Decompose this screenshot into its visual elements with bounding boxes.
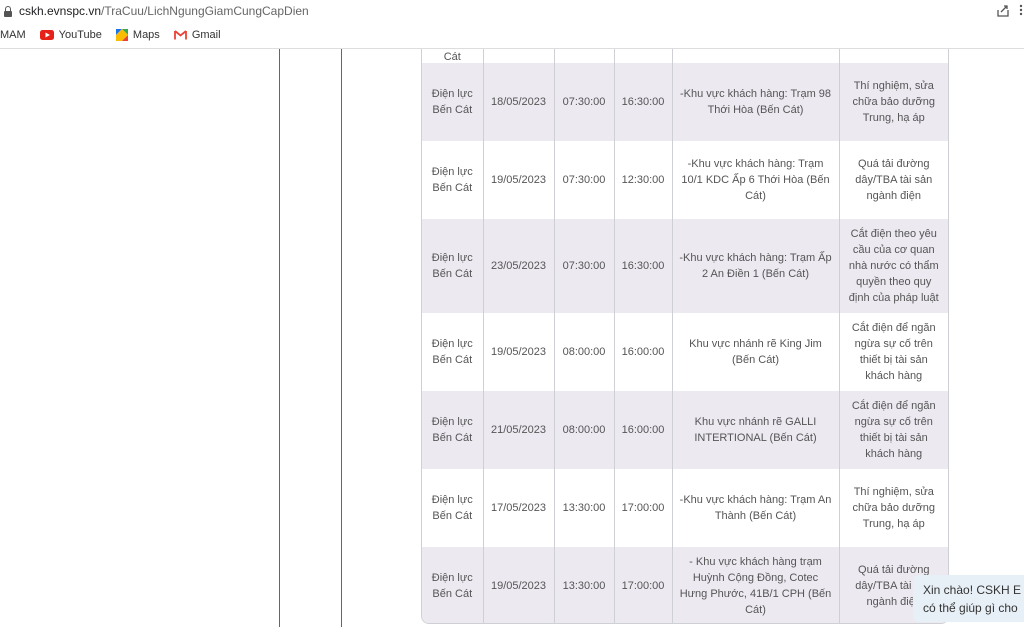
chat-greeting: Xin chào! CSKH E bbox=[923, 583, 1022, 597]
table-row: Điện lực Bến Cát 21/05/2023 08:00:00 16:… bbox=[422, 391, 948, 469]
start-time-cell: 08:00:00 bbox=[554, 313, 615, 391]
unit-cell: Cát bbox=[422, 49, 484, 63]
table-row: Cát bbox=[422, 49, 948, 63]
bookmark-maps[interactable]: Maps bbox=[115, 29, 160, 41]
address-bar[interactable]: cskh.evnspc.vn/TraCuu/LichNgungGiamCungC… bbox=[0, 0, 1024, 22]
end-time-cell: 16:00:00 bbox=[614, 391, 673, 469]
end-time-cell: 16:30:00 bbox=[614, 63, 673, 141]
lock-icon bbox=[3, 5, 13, 17]
bookmark-label: Maps bbox=[132, 29, 160, 41]
chat-widget[interactable]: Xin chào! CSKH E có thể giúp gì cho bbox=[913, 575, 1024, 622]
table-row: Điện lực Bến Cát 18/05/2023 07:30:00 16:… bbox=[422, 63, 948, 141]
unit-cell: Điện lực Bến Cát bbox=[422, 313, 484, 391]
end-time-cell: 17:00:00 bbox=[614, 469, 673, 547]
start-time-cell: 07:30:00 bbox=[554, 219, 615, 313]
reason-cell: Cắt điện theo yêu cầu của cơ quan nhà nư… bbox=[839, 219, 948, 313]
area-cell: -Khu vực khách hàng: Trạm 10/1 KDC Ấp 6 … bbox=[672, 141, 840, 219]
reason-cell: Thí nghiệm, sửa chữa bảo dưỡng Trung, hạ… bbox=[839, 469, 948, 547]
table-row: Điện lực Bến Cát 19/05/2023 13:30:00 17:… bbox=[422, 547, 948, 623]
youtube-icon bbox=[39, 30, 54, 40]
date-cell: 23/05/2023 bbox=[483, 219, 555, 313]
column-divider bbox=[279, 49, 280, 627]
start-time-cell: 13:30:00 bbox=[554, 469, 615, 547]
reason-cell: Quá tải đường dây/TBA tài sản ngành điện bbox=[839, 141, 948, 219]
unit-cell: Điện lực Bến Cát bbox=[422, 141, 484, 219]
area-cell: Khu vực nhánh rẽ GALLI INTERTIONAL (Bến … bbox=[672, 391, 840, 469]
reason-cell: Cắt điện để ngăn ngừa sự cố trên thiết b… bbox=[839, 313, 948, 391]
date-cell: 19/05/2023 bbox=[483, 547, 555, 623]
unit-cell: Điện lực Bến Cát bbox=[422, 391, 484, 469]
reason-cell: Cắt điện để ngăn ngừa sự cố trên thiết b… bbox=[839, 391, 948, 469]
unit-cell: Điện lực Bến Cát bbox=[422, 547, 484, 623]
date-cell: 17/05/2023 bbox=[483, 469, 555, 547]
column-divider bbox=[341, 49, 342, 627]
table-row: Điện lực Bến Cát 17/05/2023 13:30:00 17:… bbox=[422, 469, 948, 547]
start-time-cell: 13:30:00 bbox=[554, 547, 615, 623]
bookmark-label: YouTube bbox=[58, 29, 102, 41]
bookmarks-bar: MAM YouTube Maps Gmail bbox=[0, 22, 1024, 49]
start-time-cell: 07:30:00 bbox=[554, 141, 615, 219]
area-cell: -Khu vực khách hàng: Trạm Ấp 2 An Điền 1… bbox=[672, 219, 840, 313]
url-path: /TraCuu/LichNgungGiamCungCapDien bbox=[101, 4, 309, 18]
unit-cell: Điện lực Bến Cát bbox=[422, 219, 484, 313]
area-cell: - Khu vực khách hàng trạm Huỳnh Cộng Đồn… bbox=[672, 547, 840, 623]
bookmark-youtube[interactable]: YouTube bbox=[39, 29, 102, 41]
date-cell: 21/05/2023 bbox=[483, 391, 555, 469]
end-time-cell: 12:30:00 bbox=[614, 141, 673, 219]
bookmark-label: Gmail bbox=[191, 29, 221, 41]
start-time-cell: 08:00:00 bbox=[554, 391, 615, 469]
end-time-cell: 16:00:00 bbox=[614, 313, 673, 391]
start-time-cell: 07:30:00 bbox=[554, 63, 615, 141]
unit-cell: Điện lực Bến Cát bbox=[422, 63, 484, 141]
area-cell: -Khu vực khách hàng: Trạm 98 Thới Hòa (B… bbox=[672, 63, 840, 141]
area-cell: Khu vực nhánh rẽ King Jim (Bến Cát) bbox=[672, 313, 840, 391]
outage-schedule-table: Cát Điện lực Bến Cát 18/05/2023 07:30:00… bbox=[421, 49, 949, 624]
more-icon[interactable] bbox=[1018, 3, 1024, 17]
date-cell: 19/05/2023 bbox=[483, 313, 555, 391]
end-time-cell: 16:30:00 bbox=[614, 219, 673, 313]
gmail-icon bbox=[173, 30, 187, 40]
area-cell: -Khu vực khách hàng: Trạm An Thành (Bến … bbox=[672, 469, 840, 547]
reason-cell: Thí nghiệm, sửa chữa bảo dưỡng Trung, hạ… bbox=[839, 63, 948, 141]
url-domain: cskh.evnspc.vn bbox=[19, 4, 102, 18]
date-cell: 18/05/2023 bbox=[483, 63, 555, 141]
table-row: Điện lực Bến Cát 19/05/2023 07:30:00 12:… bbox=[422, 141, 948, 219]
maps-icon bbox=[115, 29, 128, 41]
share-icon[interactable] bbox=[996, 4, 1010, 18]
bookmark-mam[interactable]: MAM bbox=[0, 29, 26, 41]
table-row: Điện lực Bến Cát 23/05/2023 07:30:00 16:… bbox=[422, 219, 948, 313]
bookmark-label: MAM bbox=[0, 29, 26, 41]
end-time-cell: 17:00:00 bbox=[614, 547, 673, 623]
unit-cell: Điện lực Bến Cát bbox=[422, 469, 484, 547]
date-cell: 19/05/2023 bbox=[483, 141, 555, 219]
table-row: Điện lực Bến Cát 19/05/2023 08:00:00 16:… bbox=[422, 313, 948, 391]
bookmark-gmail[interactable]: Gmail bbox=[173, 29, 221, 41]
chat-greeting-second-line: có thể giúp gì cho bbox=[923, 601, 1018, 615]
